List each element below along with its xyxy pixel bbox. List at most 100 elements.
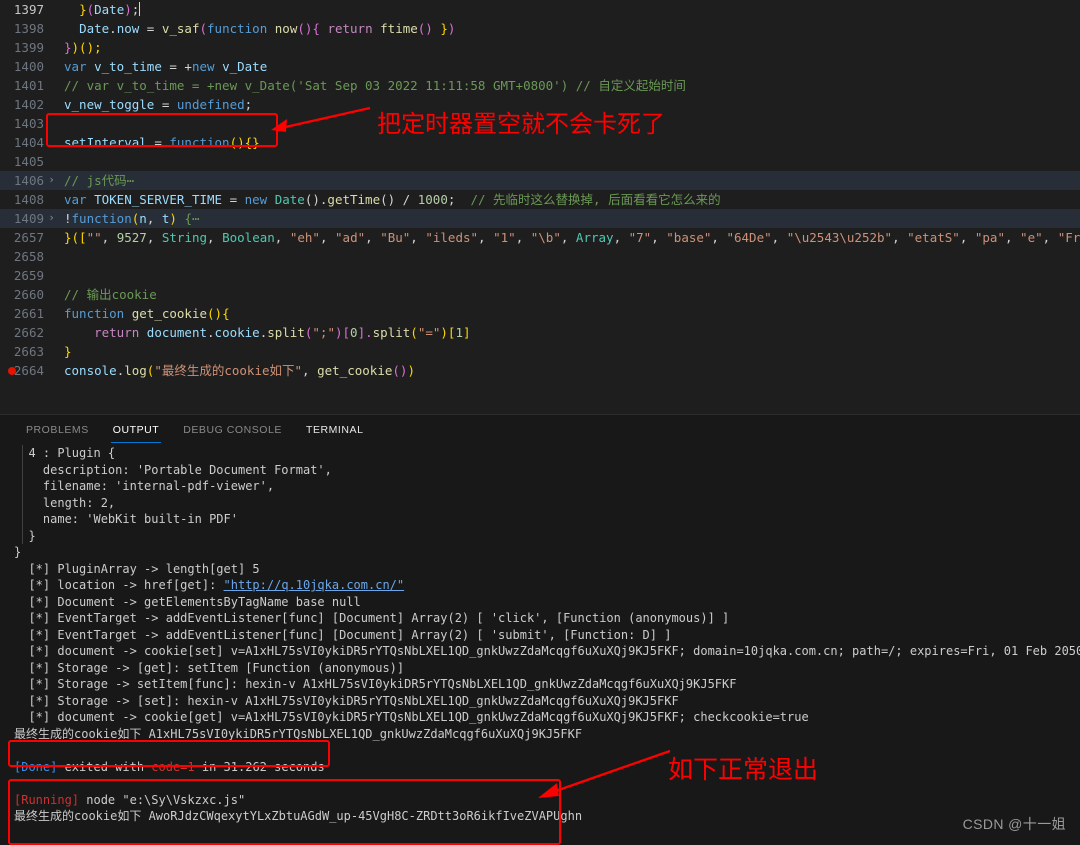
code-token: "64De"	[726, 230, 772, 245]
code-token: ].	[357, 325, 373, 340]
output-line: [*] Storage -> [set]: hexin-v A1xHL75sVI…	[14, 693, 1080, 710]
tab-problems[interactable]: PROBLEMS	[14, 415, 101, 445]
code-token: }	[64, 344, 72, 359]
output-text: }	[14, 528, 36, 543]
code-line[interactable]: 2659	[0, 266, 1080, 285]
line-number: 1399	[13, 40, 44, 55]
code-line[interactable]: 1399})();	[0, 38, 1080, 57]
code-token: function	[207, 21, 275, 36]
code-token: "="	[417, 325, 441, 340]
indent-guide	[22, 445, 23, 544]
code-line[interactable]: 1401 // var v_to_time = +new v_Date('Sat …	[0, 76, 1080, 95]
code-line[interactable]: 2662 return document.cookie.split(";")[0…	[0, 323, 1080, 342]
output-text: [*] EventTarget -> addEventListener[func…	[14, 611, 730, 625]
line-number: 1404	[13, 135, 44, 150]
line-number: 2657	[13, 230, 44, 245]
code-token: )	[169, 211, 185, 226]
cookie-output-line: 最终生成的cookie如下 AwoRJdzCWqexytYLxZbtuAGdW_…	[14, 808, 1080, 825]
code-token: =	[154, 97, 177, 112]
code-token: function	[71, 211, 132, 226]
fold-chevron-icon[interactable]: ›	[44, 171, 59, 190]
code-token: return	[327, 21, 373, 36]
code-line[interactable]: 1400 var v_to_time = +new v_Date	[0, 57, 1080, 76]
code-token: 1	[455, 325, 463, 340]
code-token: ";"	[312, 325, 335, 340]
code-line[interactable]: 2658	[0, 247, 1080, 266]
output-text: [*] EventTarget -> addEventListener[func…	[14, 627, 672, 642]
code-token: "7"	[628, 230, 652, 245]
exit-code: code=1	[151, 759, 195, 774]
output-text: 4 : Plugin {	[14, 446, 116, 460]
output-text: }	[14, 545, 22, 559]
line-number: 1400	[13, 59, 44, 74]
output-line-list: 4 : Plugin { description: 'Portable Docu…	[14, 445, 1080, 844]
code-token: "FromUrl"	[1057, 230, 1080, 245]
line-number: 2658	[13, 249, 44, 264]
code-token: ()	[417, 21, 441, 36]
output-url-link[interactable]: "http://q.10jqka.com.cn/"	[224, 578, 405, 592]
output-panel-body[interactable]: 4 : Plugin { description: 'Portable Docu…	[0, 445, 1080, 844]
output-text: [*] document -> cookie[set] v=A1xHL75sVI…	[14, 644, 1080, 658]
code-token: ,	[478, 230, 494, 245]
code-token: ,	[1004, 230, 1021, 245]
code-line[interactable]: 2663}	[0, 342, 1080, 361]
code-token: .	[207, 325, 215, 340]
code-token: )[	[440, 325, 456, 340]
code-token: // js代码⋯	[64, 173, 135, 188]
code-token: v_saf	[161, 21, 200, 36]
tab-output[interactable]: OUTPUT	[101, 415, 171, 445]
code-token: now	[116, 21, 140, 36]
code-line[interactable]: 2657 }(["", 9527, String, Boolean, "eh", …	[0, 228, 1080, 247]
code-token: () /	[380, 192, 418, 207]
code-token: ;	[244, 97, 253, 112]
output-text: [*] document -> cookie[get] v=A1xHL75sVI…	[14, 710, 809, 724]
code-token: ""	[86, 230, 102, 245]
code-line[interactable]: 1398 Date.now = v_saf(function now(){ re…	[0, 19, 1080, 38]
code-token: new	[191, 59, 215, 74]
text-cursor	[139, 2, 141, 16]
code-token: var	[64, 192, 87, 207]
line-number: 1403	[13, 116, 44, 131]
output-text: [*] location -> href[get]:	[14, 578, 224, 592]
output-line: [*] EventTarget -> addEventListener[func…	[14, 610, 1080, 627]
output-line: description: 'Portable Document Format',	[14, 462, 1080, 479]
code-line[interactable]: 2661 function get_cookie(){	[0, 304, 1080, 323]
tab-debug-console[interactable]: DEBUG CONSOLE	[171, 415, 294, 445]
code-token: cookie	[214, 325, 260, 340]
code-token: ,	[771, 230, 787, 245]
code-token: String	[161, 230, 208, 245]
code-line[interactable]: 1408 var TOKEN_SERVER_TIME = new Date().g…	[0, 190, 1080, 209]
output-text: [*] Storage -> [set]: hexin-v A1xHL75sVI…	[14, 693, 679, 708]
code-editor[interactable]: 1397 }(Date); 1398 Date.now = v_saf(funct…	[0, 0, 1080, 414]
fold-chevron-icon[interactable]: ›	[44, 209, 59, 228]
code-token: now	[274, 21, 298, 36]
running-line: [Running] node "e:\Sy\Vskzxc.js"	[14, 792, 1080, 809]
code-token: =	[222, 192, 245, 207]
line-number: 2660	[13, 287, 44, 302]
done-text: seconds	[266, 759, 325, 774]
done-line-code1: [Done] exited with code=1 in 31.262 seco…	[14, 759, 1080, 776]
code-token: return	[94, 325, 140, 340]
panel-tab-bar[interactable]: PROBLEMS OUTPUT DEBUG CONSOLE TERMINAL	[0, 415, 1080, 445]
breakpoint-icon[interactable]	[8, 367, 16, 375]
code-text: }(["", 9527, String, Boolean, "eh", "ad"…	[59, 228, 1080, 247]
code-line[interactable]: 2660 // 输出cookie	[0, 285, 1080, 304]
line-number: 1409	[13, 211, 44, 226]
code-line[interactable]: 2664 console.log("最终生成的cookie如下", get_coo…	[0, 361, 1080, 380]
tab-terminal[interactable]: TERMINAL	[294, 415, 376, 445]
code-token: log	[124, 363, 147, 378]
code-line[interactable]: 1397 }(Date);	[0, 0, 1080, 19]
code-line[interactable]: 1405	[0, 152, 1080, 171]
code-token: "base"	[666, 230, 712, 245]
code-line[interactable]: 1409 › !function(n, t) {⋯	[0, 209, 1080, 228]
code-token: split	[372, 325, 411, 340]
code-token: Boolean	[222, 230, 275, 245]
code-token: // 输出cookie	[64, 287, 157, 302]
code-line[interactable]: 1406 › // js代码⋯	[0, 171, 1080, 190]
code-token: ().	[304, 192, 328, 207]
